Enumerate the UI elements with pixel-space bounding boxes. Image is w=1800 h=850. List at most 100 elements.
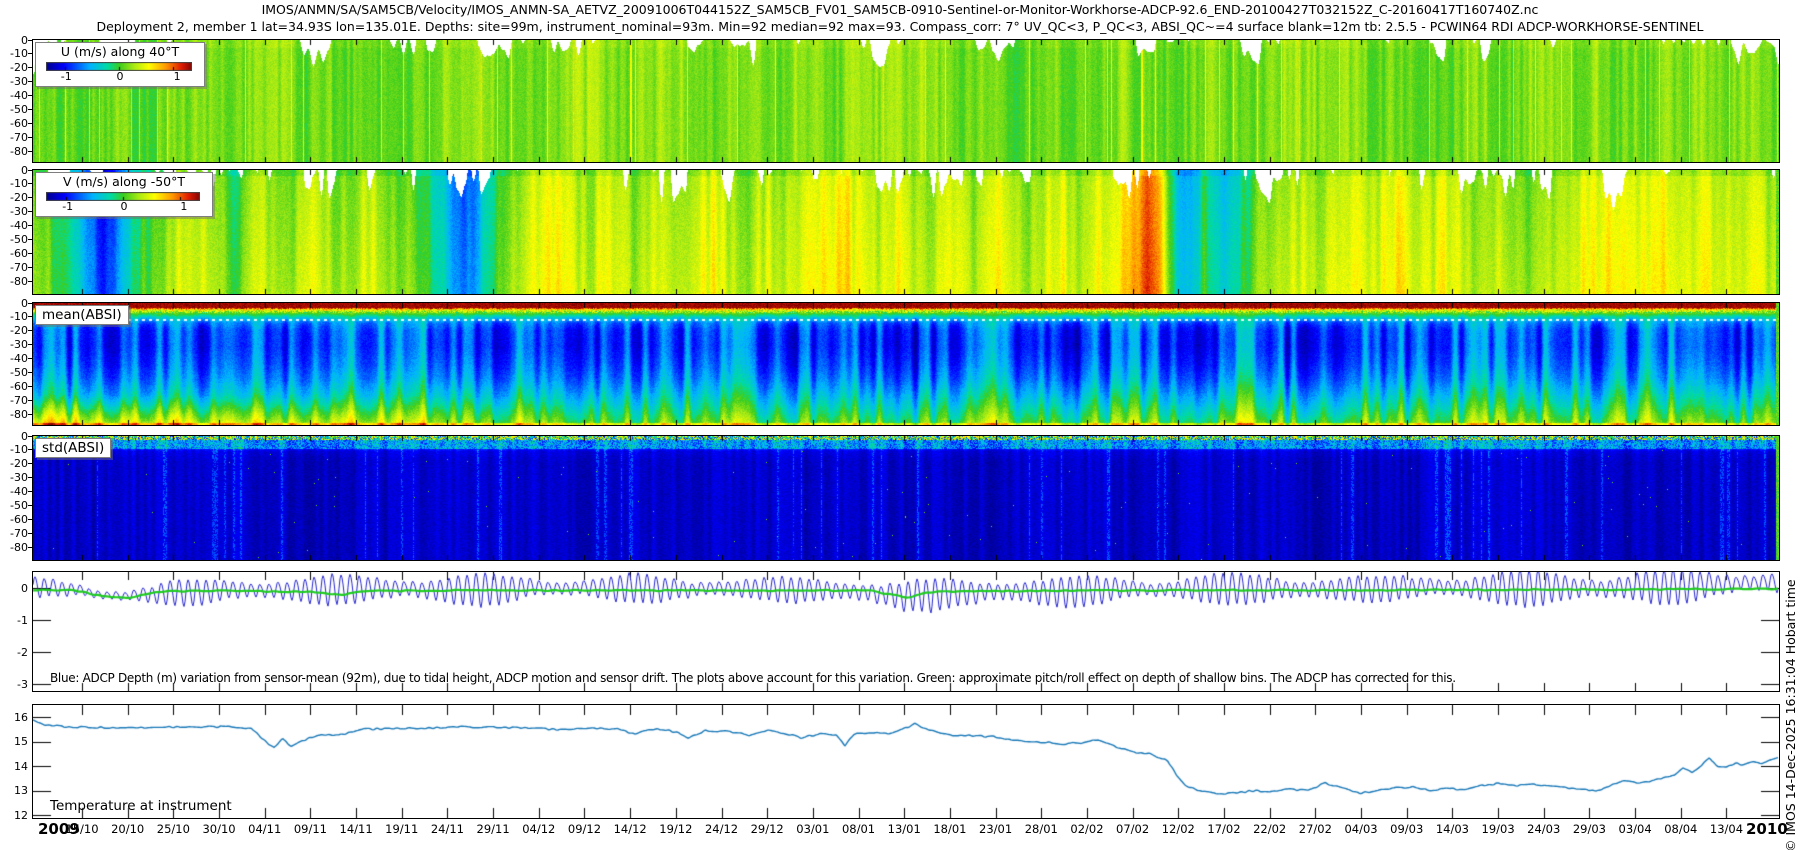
y-tick-mark xyxy=(28,170,32,171)
panel-u-velocity-heatmap xyxy=(32,39,1780,163)
y-tick-mark xyxy=(28,40,32,41)
x-axis-date-label: 08/01 xyxy=(835,822,883,836)
y-tick-mark xyxy=(28,225,32,226)
x-axis-date-label: 19/12 xyxy=(652,822,700,836)
x-axis-date-label: 04/11 xyxy=(241,822,289,836)
temperature-canvas xyxy=(33,705,1779,818)
y-tick-label: -80 xyxy=(0,408,28,421)
y-tick-label: 0 xyxy=(0,164,28,177)
y-tick-label: -20 xyxy=(0,61,28,74)
y-tick-mark xyxy=(28,372,32,373)
y-tick-label: -80 xyxy=(0,145,28,158)
y-tick-mark xyxy=(28,358,32,359)
y-tick-mark xyxy=(28,303,32,304)
y-tick-mark xyxy=(28,109,32,110)
figure-title-line1: IMOS/ANMN/SA/SAM5CB/Velocity/IMOS_ANMN-S… xyxy=(0,2,1800,17)
x-axis-date-label: 29/11 xyxy=(469,822,517,836)
y-tick-mark xyxy=(28,449,32,450)
y-tick-label: -60 xyxy=(0,513,28,526)
y-tick-mark xyxy=(28,183,32,184)
x-axis-date-label: 14/03 xyxy=(1428,822,1476,836)
x-axis-date-label: 12/02 xyxy=(1154,822,1202,836)
u-legend-title: U (m/s) along 40°T xyxy=(36,44,204,59)
imos-copyright-watermark: © IMOS 14-Dec-2025 16:31:04 Hobart time xyxy=(1783,438,1797,850)
std-absi-heatmap-canvas xyxy=(33,436,1779,560)
y-tick-mark xyxy=(28,239,32,240)
y-tick-label: -70 xyxy=(0,131,28,144)
x-axis-date-label: 09/12 xyxy=(560,822,608,836)
x-axis-date-label: 24/03 xyxy=(1520,822,1568,836)
panel-temperature xyxy=(32,704,1780,819)
x-axis-date-label: 13/04 xyxy=(1702,822,1750,836)
x-axis-date-label: 14/11 xyxy=(332,822,380,836)
y-tick-label: -40 xyxy=(0,485,28,498)
y-tick-mark xyxy=(28,81,32,82)
y-tick-mark xyxy=(28,151,32,152)
y-tick-label: -10 xyxy=(0,310,28,323)
y-tick-label: -50 xyxy=(0,103,28,116)
y-tick-mark xyxy=(28,211,32,212)
x-axis-date-label: 19/03 xyxy=(1474,822,1522,836)
x-axis-date-label: 28/01 xyxy=(1017,822,1065,836)
y-tick-mark xyxy=(28,477,32,478)
y-tick-mark xyxy=(28,547,32,548)
x-axis-date-label: 02/02 xyxy=(1063,822,1111,836)
y-tick-mark xyxy=(28,316,32,317)
y-tick-label: -40 xyxy=(0,352,28,365)
y-tick-mark xyxy=(28,267,32,268)
y-tick-mark xyxy=(28,386,32,387)
mean-absi-label: mean(ABSI) xyxy=(35,305,129,325)
y-tick-mark xyxy=(28,330,32,331)
y-tick-label: 12 xyxy=(0,809,28,822)
y-tick-label: -1 xyxy=(0,614,28,627)
x-axis-date-label: 20/10 xyxy=(104,822,152,836)
y-tick-mark xyxy=(28,436,32,437)
adcp-mooring-figure: IMOS/ANMN/SA/SAM5CB/Velocity/IMOS_ANMN-S… xyxy=(0,0,1800,850)
y-tick-label: -10 xyxy=(0,47,28,60)
y-tick-label: -40 xyxy=(0,89,28,102)
mean-absi-heatmap-canvas xyxy=(33,303,1779,425)
v-colorbar-legend: V (m/s) along -50°T -1 0 1 xyxy=(35,172,213,217)
y-tick-label: -50 xyxy=(0,233,28,246)
y-tick-label: -80 xyxy=(0,275,28,288)
x-axis-date-label: 14/12 xyxy=(606,822,654,836)
x-axis-date-label: 03/04 xyxy=(1611,822,1659,836)
temperature-label: Temperature at instrument xyxy=(50,798,232,814)
std-absi-label: std(ABSI) xyxy=(35,438,111,458)
y-tick-label: 0 xyxy=(0,582,28,595)
y-tick-label: 14 xyxy=(0,760,28,773)
u-colorbar-tick: 1 xyxy=(174,70,181,83)
y-tick-mark xyxy=(28,95,32,96)
y-tick-label: -30 xyxy=(0,338,28,351)
y-tick-label: -60 xyxy=(0,380,28,393)
x-axis-date-label: 03/01 xyxy=(789,822,837,836)
depth-variation-note: Blue: ADCP Depth (m) variation from sens… xyxy=(50,671,1456,685)
y-tick-label: -60 xyxy=(0,117,28,130)
y-tick-mark xyxy=(28,400,32,401)
y-tick-label: 0 xyxy=(0,297,28,310)
y-tick-mark xyxy=(28,67,32,68)
y-tick-label: 0 xyxy=(0,34,28,47)
y-tick-mark xyxy=(28,53,32,54)
x-axis-date-label: 23/01 xyxy=(972,822,1020,836)
y-tick-mark xyxy=(28,533,32,534)
y-tick-label: -70 xyxy=(0,394,28,407)
v-colorbar-tick: -1 xyxy=(62,200,73,213)
panel-std-absi-heatmap xyxy=(32,435,1780,561)
figure-title-line2: Deployment 2, member 1 lat=34.93S lon=13… xyxy=(0,19,1800,34)
y-tick-mark xyxy=(28,519,32,520)
x-axis-date-label: 27/02 xyxy=(1291,822,1339,836)
panel-mean-absi-heatmap xyxy=(32,302,1780,426)
y-tick-label: -20 xyxy=(0,191,28,204)
u-colorbar-legend: U (m/s) along 40°T -1 0 1 xyxy=(35,42,205,87)
y-tick-mark xyxy=(28,123,32,124)
u-colorbar-tick: -1 xyxy=(61,70,72,83)
y-tick-label: 15 xyxy=(0,735,28,748)
v-heatmap-canvas xyxy=(33,170,1779,294)
y-tick-mark xyxy=(28,281,32,282)
x-axis-date-label: 07/02 xyxy=(1109,822,1157,836)
v-legend-title: V (m/s) along -50°T xyxy=(36,174,212,189)
x-axis-date-label: 24/11 xyxy=(423,822,471,836)
x-axis-date-label: 13/01 xyxy=(880,822,928,836)
panel-v-velocity-heatmap xyxy=(32,169,1780,295)
